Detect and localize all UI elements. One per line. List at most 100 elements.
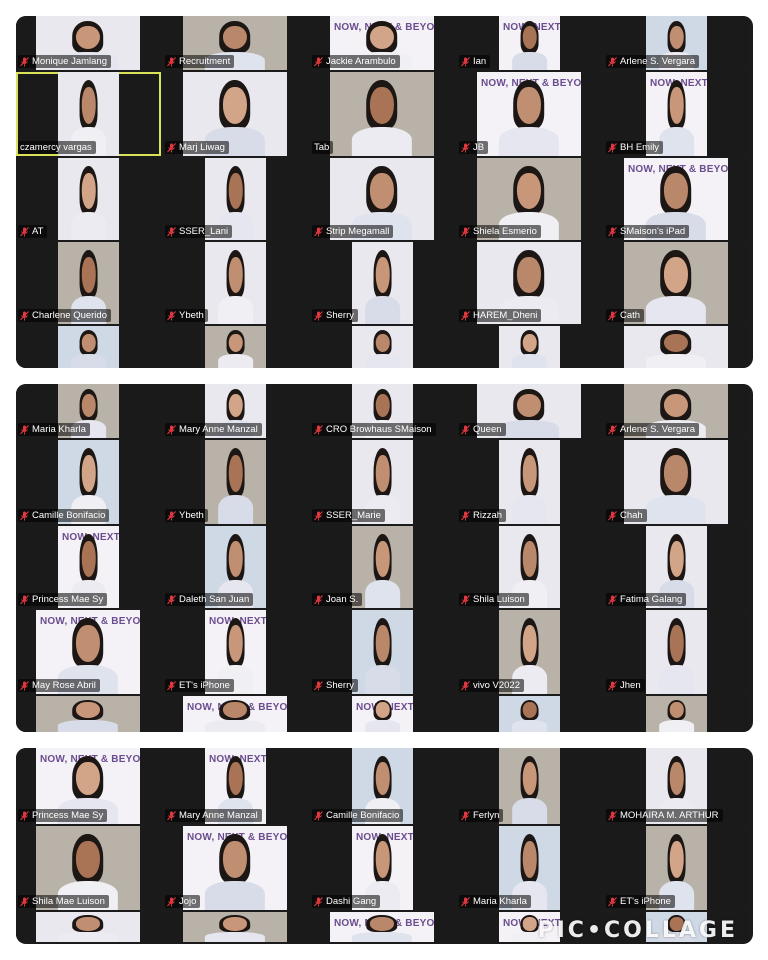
participant-tile[interactable]: NOW, NEXT & BEYOND.Princess Mae Sy [16, 526, 161, 608]
participant-tile[interactable]: Fatima Galang [604, 526, 749, 608]
participant-name-tag: Monique Jamlang [18, 55, 111, 68]
participant-tile[interactable]: NOW, NEXT & BEYOND. [310, 912, 455, 942]
participant-tile[interactable]: Mary Anne Manzal [163, 384, 308, 438]
participant-figure [204, 696, 266, 732]
participant-tile[interactable]: Tab [310, 72, 455, 156]
participant-name: Jhen [620, 680, 641, 691]
participant-tile[interactable] [457, 326, 602, 368]
participant-tile[interactable]: Shila Luison [457, 526, 602, 608]
participant-tile[interactable]: Monique Jamlang [16, 16, 161, 70]
muted-mic-icon [608, 310, 617, 321]
participant-tile[interactable]: NOW, NEXT & BEYOND.ET's iPhone [163, 610, 308, 694]
participant-tile[interactable] [163, 912, 308, 942]
participant-tile[interactable]: NOW, NEXT & BEYOND.Dashi Gang [310, 826, 455, 910]
participant-tile[interactable]: Arlene S. Vergara [604, 16, 749, 70]
participant-tile[interactable] [310, 326, 455, 368]
muted-mic-icon [20, 56, 29, 67]
muted-mic-icon [461, 226, 470, 237]
participant-name: SSER_Lani [179, 226, 229, 237]
participant-tile[interactable]: Ferlyn [457, 748, 602, 824]
participant-video [499, 748, 560, 824]
participant-tile[interactable]: Shiela Esmerio [457, 158, 602, 240]
participant-tile[interactable] [604, 696, 749, 732]
participant-figure [658, 696, 695, 732]
participant-tile[interactable]: czamercy vargas [16, 72, 161, 156]
participant-tile[interactable]: Shila Mae Luison [16, 826, 161, 910]
muted-mic-icon [314, 810, 323, 821]
participant-tile[interactable]: Cath [604, 242, 749, 324]
participant-tile[interactable]: NOW, NEXT & BEYOND.Mary Anne Manzal [163, 748, 308, 824]
participant-name: Shiela Esmerio [473, 226, 537, 237]
muted-mic-icon [314, 510, 323, 521]
participant-figure [204, 912, 266, 942]
participant-figure [498, 384, 560, 438]
participant-tile[interactable]: Sherry [310, 242, 455, 324]
participant-figure [511, 748, 548, 824]
participant-name-tag: Sherry [312, 679, 358, 692]
participant-name: Chah [620, 510, 643, 521]
participant-tile[interactable]: ET's iPhone [604, 826, 749, 910]
participant-tile[interactable]: NOW, NEXT & BEYOND.JB [457, 72, 602, 156]
participant-name: Camille Bonifacio [32, 510, 106, 521]
participant-tile[interactable]: Marj Liwag [163, 72, 308, 156]
participant-tile[interactable]: Joan S. [310, 526, 455, 608]
participant-tile[interactable]: NOW, NEXT & BEYOND. Ian [457, 16, 602, 70]
participant-name-tag: Recruitment [165, 55, 235, 68]
participant-tile[interactable] [457, 696, 602, 732]
muted-mic-icon [314, 680, 323, 691]
participant-tile[interactable]: Camille Bonifacio [16, 440, 161, 524]
participant-tile[interactable]: Arlene S. Vergara [604, 384, 749, 438]
participant-name: ET's iPhone [179, 680, 230, 691]
participant-name-tag: BH Emily [606, 141, 664, 154]
participant-tile[interactable]: Sherry [310, 610, 455, 694]
participant-tile[interactable]: Recruitment [163, 16, 308, 70]
participant-tile[interactable]: Daleth San Juan [163, 526, 308, 608]
participant-tile[interactable]: NOW, NEXT & BEYOND.Jojo [163, 826, 308, 910]
participant-tile[interactable] [604, 326, 749, 368]
participant-tile[interactable]: AT [16, 158, 161, 240]
participant-tile[interactable]: NOW, NEXT & BEYOND. [163, 696, 308, 732]
participant-name-tag: Ybeth [165, 309, 208, 322]
participant-tile[interactable]: HAREM_Dheni [457, 242, 602, 324]
participant-tile[interactable]: vivo V2022 [457, 610, 602, 694]
muted-mic-icon [167, 310, 176, 321]
participant-name: Fatima Galang [620, 594, 683, 605]
participant-name-tag: SSER_Marie [312, 509, 385, 522]
participant-name-tag: Sherry [312, 309, 358, 322]
participant-tile[interactable]: Ybeth [163, 440, 308, 524]
participant-tile[interactable] [16, 696, 161, 732]
participant-tile[interactable] [163, 326, 308, 368]
participant-tile[interactable]: NOW, NEXT & BEYOND.May Rose Abril [16, 610, 161, 694]
participant-figure [57, 912, 119, 942]
participant-tile[interactable]: Rizzah [457, 440, 602, 524]
participant-tile[interactable]: Charlene Querido [16, 242, 161, 324]
participant-tile[interactable]: SSER_Marie [310, 440, 455, 524]
participant-figure [364, 526, 401, 608]
participant-tile[interactable]: SSER_Lani [163, 158, 308, 240]
participant-tile[interactable]: NOW, NEXT & BEYOND.Jackie Arambulo [310, 16, 455, 70]
participant-tile[interactable]: Chah [604, 440, 749, 524]
participant-name-tag: AT [18, 225, 48, 238]
participant-video [330, 72, 434, 156]
participant-name: Charlene Querido [32, 310, 107, 321]
participant-tile[interactable]: Camille Bonifacio [310, 748, 455, 824]
participant-tile[interactable]: Queen [457, 384, 602, 438]
muted-mic-icon [461, 310, 470, 321]
muted-mic-icon [608, 896, 617, 907]
participant-figure [645, 242, 707, 324]
participant-tile[interactable]: NOW, NEXT & BEYOND. [310, 696, 455, 732]
participant-tile[interactable]: CRO Browhaus SMaison [310, 384, 455, 438]
participant-tile[interactable]: MOHAIRA M. ARTHUR [604, 748, 749, 824]
participant-tile[interactable]: Maria Kharla [16, 384, 161, 438]
participant-name: Sherry [326, 310, 354, 321]
participant-tile[interactable]: NOW, NEXT & BEYOND.Princess Mae Sy [16, 748, 161, 824]
participant-tile[interactable]: Ybeth [163, 242, 308, 324]
participant-tile[interactable]: Jhen [604, 610, 749, 694]
participant-tile[interactable] [16, 326, 161, 368]
participant-figure [364, 242, 401, 324]
participant-tile[interactable]: NOW, NEXT & BEYOND.BH Emily [604, 72, 749, 156]
participant-tile[interactable]: Maria Kharla [457, 826, 602, 910]
participant-tile[interactable]: NOW, NEXT & BEYOND.SMaison's iPad [604, 158, 749, 240]
participant-tile[interactable] [16, 912, 161, 942]
participant-tile[interactable]: Strip Megamall [310, 158, 455, 240]
